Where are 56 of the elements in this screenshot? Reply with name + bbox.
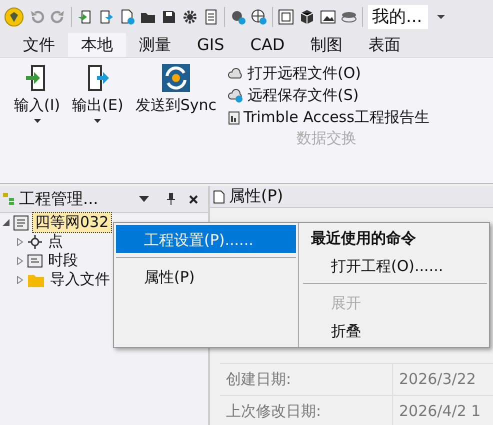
document-icon [213, 190, 225, 204]
ribbon-button[interactable]: 打开远程文件(O) [228, 64, 430, 83]
ribbon-button[interactable]: Trimble Access工程报告生 [228, 108, 430, 127]
tree-icon [3, 193, 15, 205]
ribbon-tab[interactable]: 表面 [356, 33, 414, 57]
close-icon[interactable] [189, 194, 198, 204]
list-icon[interactable] [203, 8, 219, 24]
property-label: 创建日期: [220, 364, 393, 396]
ribbon-tab[interactable]: 文件 [10, 33, 68, 57]
workspace-dropdown[interactable]: 我的... [368, 4, 428, 28]
group-label: 数据交换 [296, 129, 358, 148]
pin-icon[interactable] [167, 193, 175, 205]
tree-item[interactable]: 导入文件 [48, 270, 112, 289]
export-icon[interactable] [98, 8, 114, 24]
ribbon-tab[interactable]: 测量 [126, 33, 184, 57]
ribbon-button[interactable]: 远程保存文件(S) [228, 86, 430, 105]
project-icon [13, 214, 29, 230]
import-icon[interactable] [77, 8, 93, 24]
cloud-save-icon [228, 88, 244, 102]
expand-triangle-icon[interactable] [16, 276, 24, 284]
ribbon-tab[interactable]: 本地 [68, 33, 126, 57]
collapse-triangle-icon[interactable] [2, 219, 10, 226]
menu-heading: 最近使用的命令 [310, 228, 417, 249]
expand-triangle-icon[interactable] [16, 238, 24, 246]
ribbon-tab[interactable]: 制图 [298, 33, 356, 57]
panel-title: 工程管理... [19, 188, 100, 210]
dropdown-caret-icon[interactable] [139, 196, 149, 202]
tree-item[interactable]: 四等网032 [32, 212, 112, 233]
ribbon-button[interactable]: 输入(I) [10, 64, 64, 127]
property-value: 2026/3/22 [393, 364, 493, 396]
session-icon [27, 252, 43, 268]
cube-icon[interactable] [299, 8, 315, 24]
app-logo-icon[interactable] [4, 6, 24, 26]
ribbon-button[interactable]: 输出(E) [68, 64, 128, 127]
image-icon[interactable] [320, 8, 336, 24]
point-icon [27, 234, 43, 250]
menu-item[interactable]: 属性(P) [116, 262, 296, 290]
ribbon-tab[interactable]: GIS [184, 33, 238, 57]
ribbon-tab[interactable]: CAD [237, 33, 298, 57]
property-value: 2026/4/2 1 [393, 396, 493, 425]
tree-item[interactable]: 点 [46, 232, 65, 251]
new-file-icon[interactable] [119, 8, 135, 24]
save-icon[interactable] [161, 8, 177, 24]
ribbon-button[interactable]: 发送到Sync [131, 64, 220, 127]
frame-icon[interactable] [278, 8, 294, 24]
menu-item[interactable]: 工程设置(P)...... [116, 225, 296, 253]
settings-icon[interactable] [182, 8, 198, 24]
report-icon [228, 110, 240, 124]
menu-item[interactable]: 打开工程(O)...... [303, 251, 487, 279]
menu-item[interactable]: 折叠 [303, 316, 487, 344]
sync-icon [162, 64, 190, 92]
globe-icon[interactable] [251, 8, 267, 24]
property-label: 上次修改日期: [220, 396, 393, 425]
expand-triangle-icon[interactable] [16, 256, 24, 264]
panel-title: 属性(P) [229, 186, 284, 207]
tree-item[interactable]: 时段 [46, 251, 80, 270]
